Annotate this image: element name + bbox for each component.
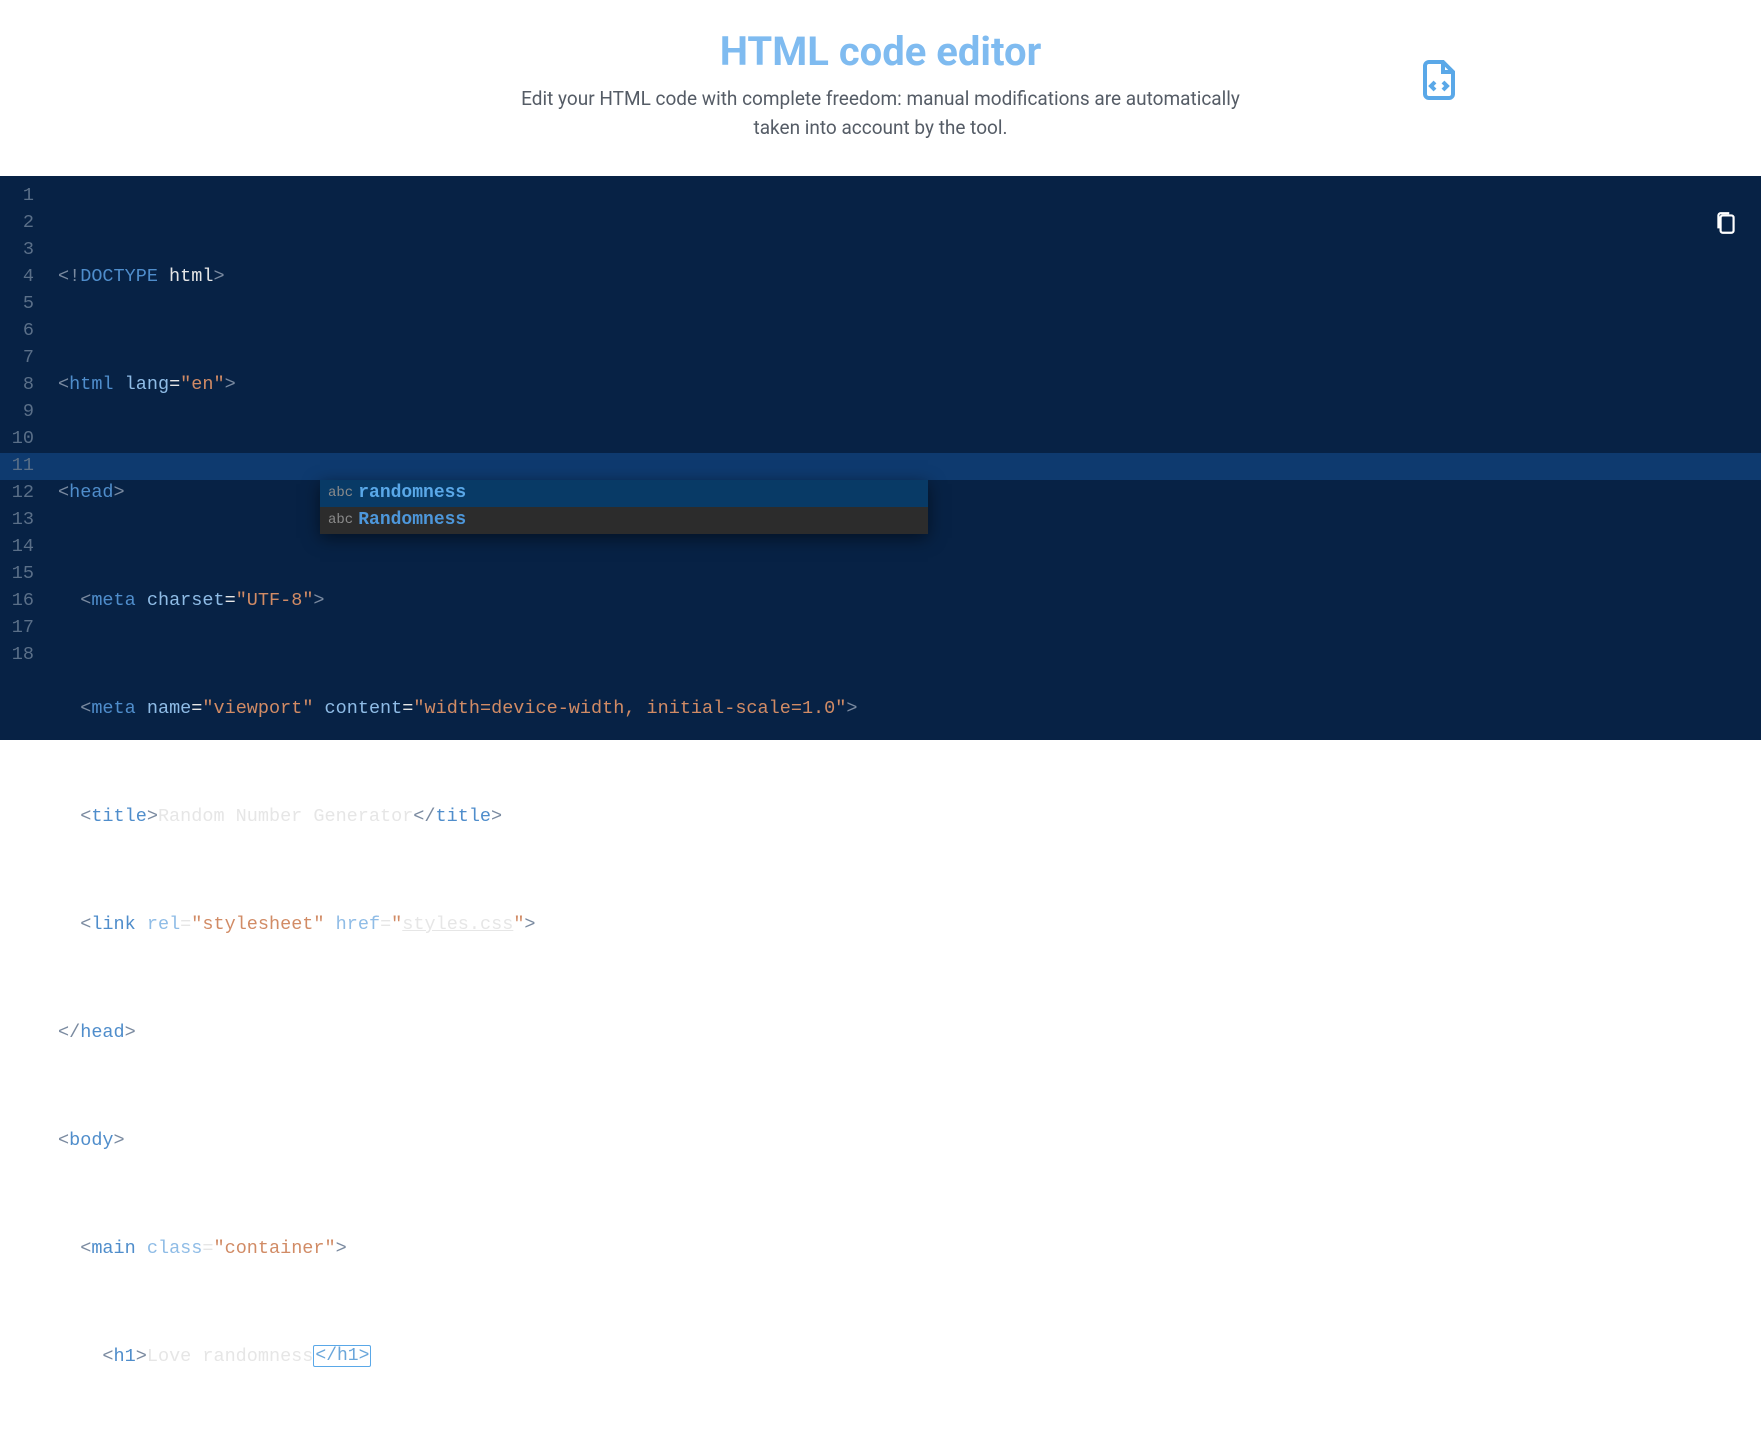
code-file-icon (1415, 56, 1463, 108)
autocomplete-kind-label: abc (328, 480, 353, 507)
closing-tag-suggestion[interactable]: </h1> (313, 1345, 371, 1367)
line-number: 2 (0, 209, 44, 236)
line-number: 9 (0, 398, 44, 425)
code-content[interactable]: <!DOCTYPE html> <html lang="en"> <head> … (58, 182, 1761, 1454)
code-line[interactable]: <main class="container"> (58, 1235, 1761, 1262)
line-number-gutter: 1 2 3 4 5 6 7 8 9 10 11 12 13 14 15 16 1… (0, 176, 44, 668)
code-line[interactable]: <link rel="stylesheet" href="styles.css"… (58, 911, 1761, 938)
code-line[interactable]: <p>Generate a rando (58, 1451, 1761, 1454)
line-number: 6 (0, 317, 44, 344)
code-line[interactable]: </head> (58, 1019, 1761, 1046)
subtitle-line-1: Edit your HTML code with complete freedo… (521, 87, 1240, 110)
autocomplete-option-text: Randomness (358, 507, 466, 534)
line-number: 12 (0, 479, 44, 506)
autocomplete-option-selected[interactable]: abc randomness (320, 480, 928, 507)
line-number: 16 (0, 587, 44, 614)
page-title: HTML code editor (0, 28, 1761, 75)
line-number: 8 (0, 371, 44, 398)
line-number: 17 (0, 614, 44, 641)
line-number: 14 (0, 533, 44, 560)
line-number: 11 (0, 452, 44, 479)
page-header: HTML code editor Edit your HTML code wit… (0, 0, 1761, 176)
line-number: 18 (0, 641, 44, 668)
subtitle-line-2: taken into account by the tool. (754, 116, 1008, 139)
code-line[interactable]: <meta charset="UTF-8"> (58, 587, 1761, 614)
line-number: 3 (0, 236, 44, 263)
code-line[interactable]: <!DOCTYPE html> (58, 263, 1761, 290)
line-number: 1 (0, 182, 44, 209)
line-number: 5 (0, 290, 44, 317)
line-number: 15 (0, 560, 44, 587)
line-number: 4 (0, 263, 44, 290)
autocomplete-option-text: randomness (358, 480, 466, 507)
code-line-active[interactable]: <h1>Love randomness</h1> (58, 1343, 1761, 1370)
line-number: 10 (0, 425, 44, 452)
code-line[interactable]: <html lang="en"> (58, 371, 1761, 398)
autocomplete-popup[interactable]: abc randomness abc Randomness (320, 480, 928, 534)
code-line[interactable]: <meta name="viewport" content="width=dev… (58, 695, 1761, 722)
autocomplete-kind-label: abc (328, 507, 353, 534)
autocomplete-option[interactable]: abc Randomness (320, 507, 928, 534)
line-number: 13 (0, 506, 44, 533)
page-subtitle: Edit your HTML code with complete freedo… (0, 85, 1761, 142)
code-line[interactable]: <body> (58, 1127, 1761, 1154)
line-number: 7 (0, 344, 44, 371)
code-editor[interactable]: 1 2 3 4 5 6 7 8 9 10 11 12 13 14 15 16 1… (0, 176, 1761, 740)
code-line[interactable]: <title>Random Number Generator</title> (58, 803, 1761, 830)
